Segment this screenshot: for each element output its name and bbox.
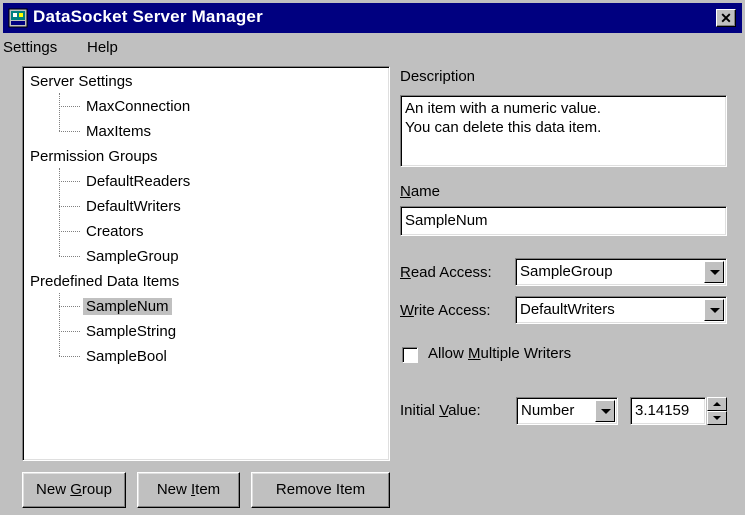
allow-multiple-writers-checkbox[interactable] — [402, 347, 418, 363]
close-icon: ✕ — [720, 10, 732, 26]
description-textarea[interactable]: An item with a numeric value. You can de… — [400, 95, 727, 167]
tree-item-samplestring[interactable]: SampleString — [83, 319, 179, 344]
initial-value-type-select[interactable]: Number — [516, 397, 618, 425]
remove-item-button[interactable]: Remove Item — [251, 472, 390, 508]
tree-item-defaultwriters[interactable]: DefaultWriters — [83, 194, 184, 219]
tree-item-label: MaxItems — [86, 123, 152, 140]
spin-down-icon[interactable] — [707, 411, 727, 425]
app-icon — [8, 8, 28, 28]
label-text: Initial — [400, 402, 440, 419]
close-button[interactable]: ✕ — [716, 9, 736, 27]
button-label: Remove Item — [275, 481, 366, 498]
label-text: rite Access: — [413, 302, 491, 319]
new-group-button[interactable]: New Group — [22, 472, 126, 508]
label-mnemonic: V — [439, 402, 449, 419]
tree-item-samplegroup[interactable]: SampleGroup — [83, 244, 182, 269]
write-access-select[interactable]: DefaultWriters — [515, 296, 727, 324]
button-label: tem — [195, 481, 221, 498]
tree-connector — [59, 231, 80, 232]
initial-value-type: Number — [521, 402, 575, 419]
read-access-select[interactable]: SampleGroup — [515, 258, 727, 286]
menu-settings[interactable]: Settings — [3, 39, 57, 56]
tree-connector — [59, 181, 80, 182]
label-mnemonic: W — [400, 302, 414, 319]
initial-value: 3.14159 — [635, 402, 690, 419]
button-label: roup — [81, 481, 112, 498]
dropdown-arrow-icon[interactable] — [704, 261, 724, 283]
dropdown-arrow-icon[interactable] — [704, 299, 724, 321]
label-text: ead Access: — [410, 264, 492, 281]
tree-item-label: SampleBool — [86, 348, 167, 365]
window-title: DataSocket Server Manager — [33, 7, 263, 26]
label-mnemonic: N — [400, 183, 411, 200]
tree-item-maxitems[interactable]: MaxItems — [83, 119, 154, 144]
allow-multiple-writers-label[interactable]: Allow Multiple Writers — [428, 345, 571, 362]
tree-item-samplenum[interactable]: SampleNum — [83, 294, 172, 319]
label-text: ame — [410, 183, 441, 200]
description-line: You can delete this data item. — [405, 119, 602, 136]
tree-connector — [59, 206, 80, 207]
tree-item-label: SampleGroup — [86, 248, 179, 265]
name-input[interactable]: SampleNum — [400, 206, 727, 236]
tree-item-label: DefaultReaders — [86, 173, 191, 190]
button-label-mnemonic: G — [70, 481, 82, 498]
label-text: Allow — [428, 345, 469, 362]
write-access-label: Write Access: — [400, 302, 491, 319]
write-access-value: DefaultWriters — [520, 301, 615, 318]
initial-value-label: Initial Value: — [400, 402, 481, 419]
tree-item-creators[interactable]: Creators — [83, 219, 147, 244]
tree-connector — [59, 256, 80, 257]
tree-node-label: Predefined Data Items — [30, 273, 180, 290]
initial-value-spinner[interactable] — [707, 397, 727, 425]
description-line: An item with a numeric value. — [405, 100, 601, 117]
new-item-button[interactable]: New Item — [137, 472, 240, 508]
app-window: DataSocket Server Manager ✕ Settings Hel… — [0, 0, 745, 515]
title-bar[interactable]: DataSocket Server Manager ✕ — [3, 3, 742, 33]
tree-node-server-settings[interactable]: Server Settings — [27, 69, 136, 94]
button-label: New — [156, 481, 191, 498]
tree-connector — [59, 306, 80, 307]
label-text: alue: — [448, 402, 481, 419]
dropdown-arrow-icon[interactable] — [595, 400, 615, 422]
tree-item-defaultreaders[interactable]: DefaultReaders — [83, 169, 193, 194]
tree-node-permission-groups[interactable]: Permission Groups — [27, 144, 161, 169]
tree-node-label: Server Settings — [30, 73, 133, 90]
label-mnemonic: M — [468, 345, 481, 362]
name-value: SampleNum — [405, 212, 488, 229]
description-label: Description — [400, 68, 476, 85]
tree-view[interactable]: Server Settings MaxConnection MaxItems P… — [22, 66, 390, 461]
read-access-label: Read Access: — [400, 264, 492, 281]
button-label: New — [36, 481, 71, 498]
menu-help[interactable]: Help — [87, 39, 118, 56]
tree-connector — [59, 106, 80, 107]
tree-item-samplebool[interactable]: SampleBool — [83, 344, 170, 369]
name-label: Name — [400, 183, 440, 200]
tree-connector — [59, 331, 80, 332]
label-mnemonic: R — [400, 264, 411, 281]
spin-up-icon[interactable] — [707, 397, 727, 411]
tree-connector — [59, 293, 60, 356]
tree-item-label: DefaultWriters — [86, 198, 181, 215]
tree-item-maxconnection[interactable]: MaxConnection — [83, 94, 193, 119]
label-text: ultiple Writers — [480, 345, 572, 362]
tree-item-label: Creators — [86, 223, 144, 240]
initial-value-input[interactable]: 3.14159 — [630, 397, 706, 425]
tree-node-predefined-data-items[interactable]: Predefined Data Items — [27, 269, 182, 294]
tree-item-label-selected: SampleNum — [83, 298, 172, 315]
read-access-value: SampleGroup — [520, 263, 613, 280]
tree-connector — [59, 93, 60, 131]
tree-connector — [59, 356, 80, 357]
tree-node-label: Permission Groups — [30, 148, 158, 165]
tree-item-label: MaxConnection — [86, 98, 191, 115]
tree-connector — [59, 131, 80, 132]
tree-item-label: SampleString — [86, 323, 177, 340]
